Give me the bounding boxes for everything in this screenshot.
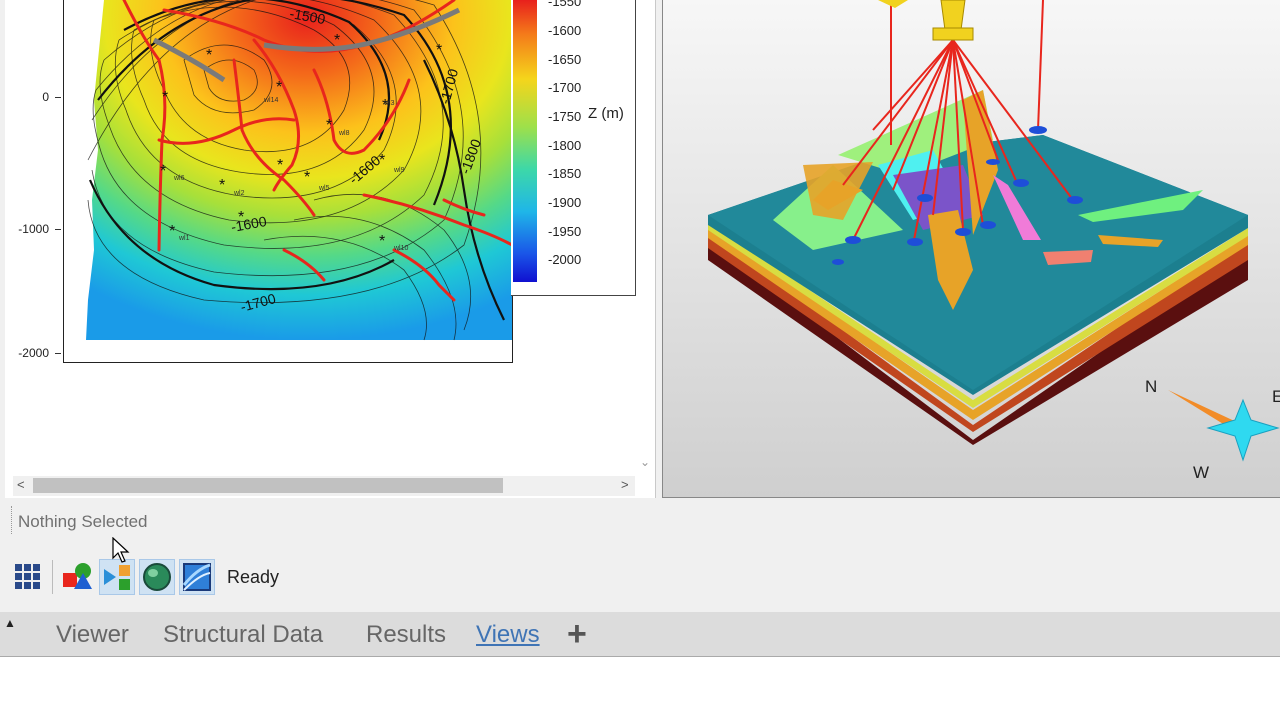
well-label: wl9 [393, 167, 405, 174]
well-label: wl14 [263, 97, 279, 104]
svg-text:*: * [326, 117, 332, 134]
map-view-pane[interactable]: 0 -1000 -2000 -1500 -1600 -1700 -1800 -1… [5, 0, 656, 498]
colorbar-label: -1900 [548, 195, 582, 210]
well-label: wl3 [383, 100, 395, 107]
surface-icon[interactable] [179, 559, 215, 595]
svg-text:*: * [436, 42, 442, 59]
well-label: wl5 [318, 185, 330, 192]
colorbar-label: -1700 [548, 80, 582, 95]
sphere-icon[interactable] [139, 559, 175, 595]
svg-text:*: * [169, 223, 175, 240]
svg-text:*: * [238, 209, 244, 226]
y-tick-1000: -1000 [5, 222, 61, 236]
well-label: wl8 [338, 130, 350, 137]
svg-text:*: * [162, 89, 168, 106]
compass-west: W [1193, 463, 1209, 482]
svg-text:*: * [277, 157, 283, 174]
well-label: wl1 [178, 235, 190, 242]
tab-results[interactable]: Results [366, 621, 446, 649]
shapes-icon[interactable] [59, 559, 95, 595]
mouse-cursor-icon [112, 536, 130, 568]
tab-viewer[interactable]: Viewer [56, 621, 129, 649]
tab-structural-data[interactable]: Structural Data [163, 621, 323, 649]
well-label: wl10 [393, 245, 409, 252]
colorbar-label: -1850 [548, 166, 582, 181]
add-tab-button[interactable]: + [567, 615, 587, 654]
scrollbar-thumb[interactable] [33, 478, 503, 493]
colorbar-label: -1550 [548, 0, 582, 9]
ready-status: Ready [227, 566, 280, 587]
colorbar-label: -1950 [548, 224, 582, 239]
compass-east: E [1272, 387, 1280, 406]
contour-map-canvas: -1500 -1600 -1700 -1800 -1600 -1700 *** … [86, 0, 512, 341]
tab-bar: ▲ Viewer Structural Data Results Views + [0, 612, 1280, 657]
grid-icon[interactable] [10, 559, 46, 595]
toolbar-separator [52, 560, 53, 594]
y-tick-0: 0 [5, 90, 61, 104]
tab-views[interactable]: Views [476, 621, 540, 649]
colorbar-label: -1650 [548, 52, 582, 67]
svg-text:*: * [219, 177, 225, 194]
well-label: wl6 [173, 175, 185, 182]
well-label: wl2 [233, 190, 245, 197]
svg-text:*: * [379, 152, 385, 169]
colorbar-label: -2000 [548, 252, 582, 267]
bottom-toolbar: Ready [10, 558, 279, 596]
svg-text:*: * [276, 79, 282, 96]
application-window: 0 -1000 -2000 -1500 -1600 -1700 -1800 -1… [0, 0, 1280, 657]
svg-text:*: * [160, 163, 166, 180]
collapse-icon[interactable]: ▲ [4, 616, 16, 630]
3d-view-pane[interactable]: N E W [662, 0, 1280, 498]
colorbar-label: -1600 [548, 23, 582, 38]
scroll-right-icon[interactable]: > [621, 477, 629, 492]
scroll-left-icon[interactable]: < [17, 477, 25, 492]
svg-text:*: * [334, 32, 340, 49]
colorbar-label: -1800 [548, 138, 582, 153]
contour-map[interactable]: -1500 -1600 -1700 -1800 -1600 -1700 * * * … [63, 0, 513, 363]
compass-rose-icon [1168, 390, 1280, 462]
selection-status: Nothing Selected [18, 512, 148, 531]
svg-text:*: * [206, 47, 212, 64]
svg-text:*: * [379, 233, 385, 250]
colorbar-title: Z (m) [588, 105, 624, 122]
drilling-rig-icon [878, 0, 974, 41]
svg-text:*: * [304, 169, 310, 186]
horizontal-scrollbar[interactable]: < > [13, 476, 635, 496]
compass-north: N [1145, 377, 1157, 396]
colorbar-label: -1750 [548, 109, 582, 124]
status-grip [11, 506, 13, 534]
3d-model-canvas: N E W [708, 0, 1280, 482]
scroll-down-icon[interactable]: ⌄ [640, 455, 650, 469]
y-tick-2000: -2000 [5, 346, 61, 360]
